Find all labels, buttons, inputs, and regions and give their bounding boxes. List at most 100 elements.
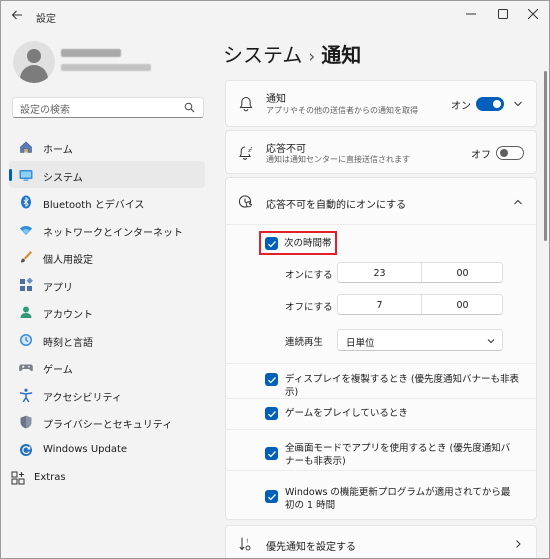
divider	[226, 470, 536, 471]
repeat-label: 連続再生	[285, 337, 324, 348]
toggle-knob	[493, 100, 501, 108]
sidebar-item-label: アプリ	[43, 282, 73, 294]
chevron-right-icon	[512, 538, 524, 550]
divider	[226, 224, 536, 225]
home-icon	[19, 140, 33, 154]
sidebar-item-label: ゲーム	[43, 365, 73, 376]
bell-snooze-icon: zz	[238, 145, 254, 161]
gaming-checkbox[interactable]	[265, 407, 278, 420]
accessibility-icon	[19, 388, 33, 402]
divider	[226, 363, 536, 364]
sidebar-item-label: プライバシーとセキュリティ	[43, 420, 173, 431]
sidebar-item-label: Extras	[34, 472, 66, 483]
chevron-down-icon	[486, 335, 498, 347]
turn-off-label: オフにする	[285, 302, 333, 313]
windows-update-icon	[19, 443, 33, 457]
turn-on-hour[interactable]: 23	[338, 268, 421, 279]
search-icon	[184, 102, 196, 114]
scrollbar[interactable]	[544, 71, 547, 241]
apps-icon	[19, 277, 33, 292]
notifications-state-label: オン	[451, 101, 471, 112]
notifications-toggle[interactable]	[476, 97, 504, 111]
sidebar-item-label: ホーム	[43, 145, 73, 156]
sidebar-item-windows-update[interactable]: Windows Update	[9, 436, 205, 464]
svg-text:z: z	[250, 146, 252, 151]
fullscreen-label: 全画面モードでアプリを使用するとき (優先度通知バナーも非表示)	[285, 443, 511, 467]
network-icon	[19, 223, 33, 237]
avatar[interactable]	[13, 41, 55, 83]
privacy-icon	[19, 415, 33, 429]
sidebar-item-label: Windows Update	[43, 443, 128, 455]
avatar-body-icon	[20, 65, 48, 83]
svg-text:!: !	[246, 538, 248, 545]
turn-on-label: オンにする	[285, 270, 333, 281]
notifications-title: 通知	[266, 94, 286, 105]
maximize-icon[interactable]	[491, 5, 515, 25]
page-title: 通知	[321, 43, 362, 67]
sort-priority-icon: !	[238, 536, 254, 552]
notifications-card[interactable]: 通知 アプリやその他の送信者からの通知を取得 オン	[225, 80, 537, 127]
sidebar-item-gaming[interactable]: ゲーム	[9, 353, 205, 381]
turn-on-time-picker[interactable]: 23 00	[337, 262, 503, 283]
duplicate-display-checkbox[interactable]	[265, 373, 278, 386]
clock-moon-icon	[238, 194, 254, 210]
sidebar-item-label: ネットワークとインターネット	[43, 227, 183, 239]
breadcrumb-separator: ›	[308, 47, 316, 67]
sidebar-item-accessibility[interactable]: アクセシビリティ	[9, 381, 205, 409]
sidebar-item-system[interactable]: システム	[9, 160, 205, 188]
sidebar-item-bluetooth[interactable]: Bluetooth とデバイス	[9, 188, 205, 216]
turn-off-hour[interactable]: 7	[338, 300, 421, 311]
search-box[interactable]: 設定の検索	[12, 97, 204, 118]
windows-update-label: Windows の機能更新プログラムが適用されてから最初の 1 時間	[285, 487, 511, 511]
toggle-knob	[500, 149, 508, 157]
dnd-toggle[interactable]	[496, 146, 524, 160]
sidebar-item-home[interactable]: ホーム	[9, 133, 205, 161]
sidebar-item-network[interactable]: ネットワークとインターネット	[9, 216, 205, 244]
bell-icon	[238, 96, 254, 112]
bluetooth-icon	[19, 195, 33, 209]
auto-dnd-title[interactable]: 応答不可を自動的にオンにする	[266, 196, 406, 211]
chevron-down-icon[interactable]	[512, 98, 524, 110]
avatar-head-icon	[27, 49, 41, 63]
turn-on-minute[interactable]: 00	[421, 268, 504, 279]
profile-name-redacted	[61, 49, 121, 57]
sidebar-item-accounts[interactable]: アカウント	[9, 298, 205, 326]
extras-icon	[11, 471, 25, 485]
turn-off-minute[interactable]: 00	[421, 300, 504, 311]
personalization-icon	[19, 250, 33, 264]
profile-email-redacted	[61, 64, 151, 71]
fullscreen-checkbox[interactable]	[265, 447, 278, 460]
sidebar-item-label: 時刻と言語	[43, 337, 93, 349]
sidebar-nav: ホーム システム Bluetooth とデバイス ネットワークとインターネット …	[9, 133, 205, 463]
minimize-icon[interactable]	[459, 5, 483, 25]
title-bar: 設定	[1, 1, 549, 31]
sidebar-item-privacy[interactable]: プライバシーとセキュリティ	[9, 408, 205, 436]
sidebar-item-label: アクセシビリティ	[43, 392, 122, 404]
sidebar-item-time-language[interactable]: 時刻と言語	[9, 326, 205, 354]
priority-card[interactable]: ! 優先通知を設定する	[225, 525, 537, 558]
dnd-card[interactable]: zz 応答不可 通知は通知センターに直接送信されます オフ	[225, 130, 537, 174]
chevron-up-icon[interactable]	[512, 196, 524, 208]
repeat-value: 日単位	[346, 338, 375, 349]
repeat-select[interactable]: 日単位	[337, 329, 503, 351]
window-title: 設定	[36, 14, 56, 25]
windows-update-checkbox[interactable]	[265, 490, 278, 503]
sidebar-item-personalization[interactable]: 個人用設定	[9, 243, 205, 271]
sidebar-item-apps[interactable]: アプリ	[9, 271, 205, 299]
sidebar-item-label: アカウント	[43, 310, 93, 321]
close-icon[interactable]	[521, 5, 545, 25]
sidebar-item-label: Bluetooth とデバイス	[43, 200, 145, 211]
breadcrumb-parent[interactable]: システム	[223, 43, 302, 67]
dnd-title: 応答不可	[266, 144, 306, 155]
account-icon	[19, 305, 33, 319]
search-input[interactable]: 設定の検索	[20, 101, 70, 116]
sidebar-item-label: システム	[43, 172, 83, 184]
settings-window: 設定 設定の検索 ホーム システム Bluetooth とデバイス ネットワーク…	[0, 0, 550, 559]
sidebar-item-extras[interactable]: Extras	[9, 465, 205, 491]
system-icon	[19, 168, 33, 182]
duplicate-display-label: ディスプレイを複製するとき (優先度通知バナーも非表示)	[285, 374, 520, 398]
turn-off-time-picker[interactable]: 7 00	[337, 294, 503, 315]
back-arrow-icon[interactable]	[11, 9, 25, 23]
gaming-label: ゲームをプレイしているとき	[285, 408, 408, 419]
divider	[226, 429, 536, 430]
